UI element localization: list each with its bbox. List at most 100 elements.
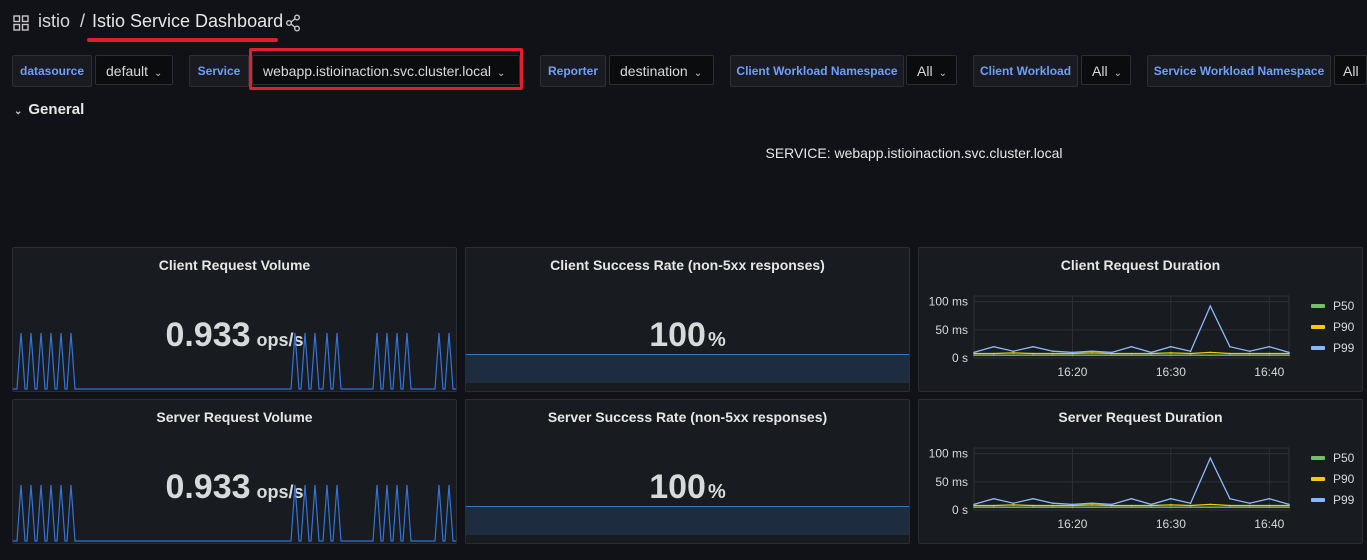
stat-value: 100% xyxy=(466,316,909,355)
share-icon[interactable] xyxy=(285,14,301,32)
data-point-p50 xyxy=(1071,354,1074,356)
data-point-p90 xyxy=(1091,352,1093,354)
data-point-p99 xyxy=(1051,350,1054,353)
var-value-reporter: destination xyxy=(620,63,688,79)
legend-label: P50 xyxy=(1333,451,1355,465)
chevron-down-icon: ⌄ xyxy=(1113,68,1122,79)
row-general[interactable]: ⌄ General xyxy=(14,101,84,118)
duration-chart-server: 100 ms 50 ms 0 s 16:20 16:30 16:40 P50 P90 P99 xyxy=(929,447,1355,531)
var-value-client-workload: All xyxy=(1092,63,1108,79)
data-point-p99 xyxy=(1268,345,1271,348)
data-point-p99 xyxy=(992,497,995,500)
data-point-p50 xyxy=(1012,354,1015,356)
success-rate-bar xyxy=(466,354,909,383)
data-point-p99 xyxy=(1150,503,1152,506)
service-text: SERVICE: webapp.istioinaction.svc.cluste… xyxy=(765,145,1063,161)
data-point-p99 xyxy=(1071,351,1074,354)
data-point-p90 xyxy=(1170,352,1172,354)
data-point-p99 xyxy=(1209,305,1212,307)
data-point-p99 xyxy=(1091,350,1093,353)
legend-label: P90 xyxy=(1333,320,1355,334)
data-point-p90 xyxy=(1229,352,1231,355)
data-point-p50 xyxy=(1051,506,1054,508)
y-tick-label: 100 ms xyxy=(929,295,968,309)
plot-frame xyxy=(973,295,1290,359)
chevron-down-icon: ⌄ xyxy=(154,68,163,79)
variables-bar: datasource default ⌄ Service webapp.istio… xyxy=(0,55,1367,87)
dashboard-title[interactable]: Istio Service Dashboard xyxy=(92,11,283,32)
panel-client-request-duration[interactable]: Client Request Duration 100 ms 50 ms 0 s 16… xyxy=(918,247,1363,392)
var-value-client-workload-namespace: All xyxy=(917,63,933,79)
y-tick-label: 0 s xyxy=(952,351,968,365)
data-point-p90 xyxy=(1189,352,1192,355)
data-point-p99 xyxy=(1229,497,1231,500)
series-line-p99 xyxy=(973,304,1290,354)
x-tick-label: 16:40 xyxy=(1254,365,1284,379)
data-point-p90 xyxy=(992,352,995,355)
data-point-p90 xyxy=(1012,504,1015,506)
legend-label: P99 xyxy=(1333,341,1355,355)
breadcrumb-folder[interactable]: istio xyxy=(38,11,70,32)
stat-number: 100 xyxy=(649,316,706,354)
var-select-service-workload-namespace[interactable]: All⌄ xyxy=(1334,55,1367,85)
var-label-datasource: datasource xyxy=(12,55,92,87)
data-point-p90 xyxy=(1248,504,1251,507)
data-point-p99 xyxy=(1229,345,1231,348)
data-point-p90 xyxy=(1248,352,1251,355)
var-select-client-workload[interactable]: All ⌄ xyxy=(1081,55,1131,85)
data-point-p90 xyxy=(992,504,995,507)
success-rate-bar xyxy=(466,506,909,535)
panel-title: Server Request Volume xyxy=(156,409,313,425)
data-point-p99 xyxy=(1248,350,1251,353)
data-point-p99 xyxy=(1032,345,1034,348)
panel-server-request-duration[interactable]: Server Request Duration 100 ms 50 ms 0 s 16… xyxy=(918,399,1363,544)
data-point-p50 xyxy=(1229,506,1231,508)
panel-server-success-rate[interactable]: Server Success Rate (non-5xx responses) … xyxy=(465,399,910,544)
data-point-p90 xyxy=(1051,504,1054,507)
chevron-down-icon: ⌄ xyxy=(693,68,703,79)
data-point-p90 xyxy=(1091,504,1093,506)
dashboards-grid-icon[interactable] xyxy=(13,15,29,31)
data-point-p99 xyxy=(1209,457,1212,459)
data-point-p90 xyxy=(1130,504,1133,507)
data-point-p50 xyxy=(1150,354,1152,356)
data-point-p99 xyxy=(1288,503,1290,506)
panel-client-request-volume[interactable]: Client Request Volume 0.933 ops/s xyxy=(12,247,457,392)
data-point-p99 xyxy=(1091,502,1093,505)
var-select-reporter[interactable]: destination ⌄ xyxy=(609,55,714,85)
var-value-service-workload-namespace: All xyxy=(1343,63,1359,79)
x-tick-label: 16:30 xyxy=(1156,517,1186,531)
data-point-p50 xyxy=(1209,354,1212,356)
panel-title: Client Success Rate (non-5xx responses) xyxy=(550,257,825,273)
panel-server-request-volume[interactable]: Server Request Volume 0.933 ops/s xyxy=(12,399,457,544)
y-tick-label: 50 ms xyxy=(935,475,968,489)
var-label-service-workload-namespace: Service Workload Namespace xyxy=(1147,55,1331,87)
legend-label: P99 xyxy=(1333,493,1355,507)
plot-frame xyxy=(973,447,1290,511)
legend-label: P90 xyxy=(1333,472,1355,486)
var-select-client-workload-namespace[interactable]: All ⌄ xyxy=(906,55,957,85)
data-point-p50 xyxy=(973,354,975,356)
data-point-p50 xyxy=(1091,506,1093,508)
y-tick-label: 0 s xyxy=(952,503,968,517)
var-select-datasource[interactable]: default ⌄ xyxy=(95,55,173,85)
data-point-p99 xyxy=(1288,351,1290,354)
data-point-p50 xyxy=(1111,506,1113,508)
panel-client-success-rate[interactable]: Client Success Rate (non-5xx responses) … xyxy=(465,247,910,392)
data-point-p50 xyxy=(1071,506,1074,508)
data-point-p99 xyxy=(1012,350,1015,353)
data-point-p50 xyxy=(1130,354,1133,356)
data-point-p50 xyxy=(1189,506,1192,508)
legend-swatch xyxy=(1311,477,1325,481)
data-point-p50 xyxy=(1170,506,1172,508)
data-point-p90 xyxy=(1209,503,1212,506)
data-point-p50 xyxy=(992,506,995,508)
var-label-client-workload-namespace: Client Workload Namespace xyxy=(730,55,904,87)
data-point-p50 xyxy=(1111,354,1113,356)
service-annotation-box xyxy=(249,48,523,90)
stat-unit: % xyxy=(707,329,726,351)
data-point-p99 xyxy=(1150,351,1152,354)
data-point-p99 xyxy=(1189,350,1192,353)
data-point-p99 xyxy=(973,351,975,354)
legend-swatch xyxy=(1311,325,1325,329)
